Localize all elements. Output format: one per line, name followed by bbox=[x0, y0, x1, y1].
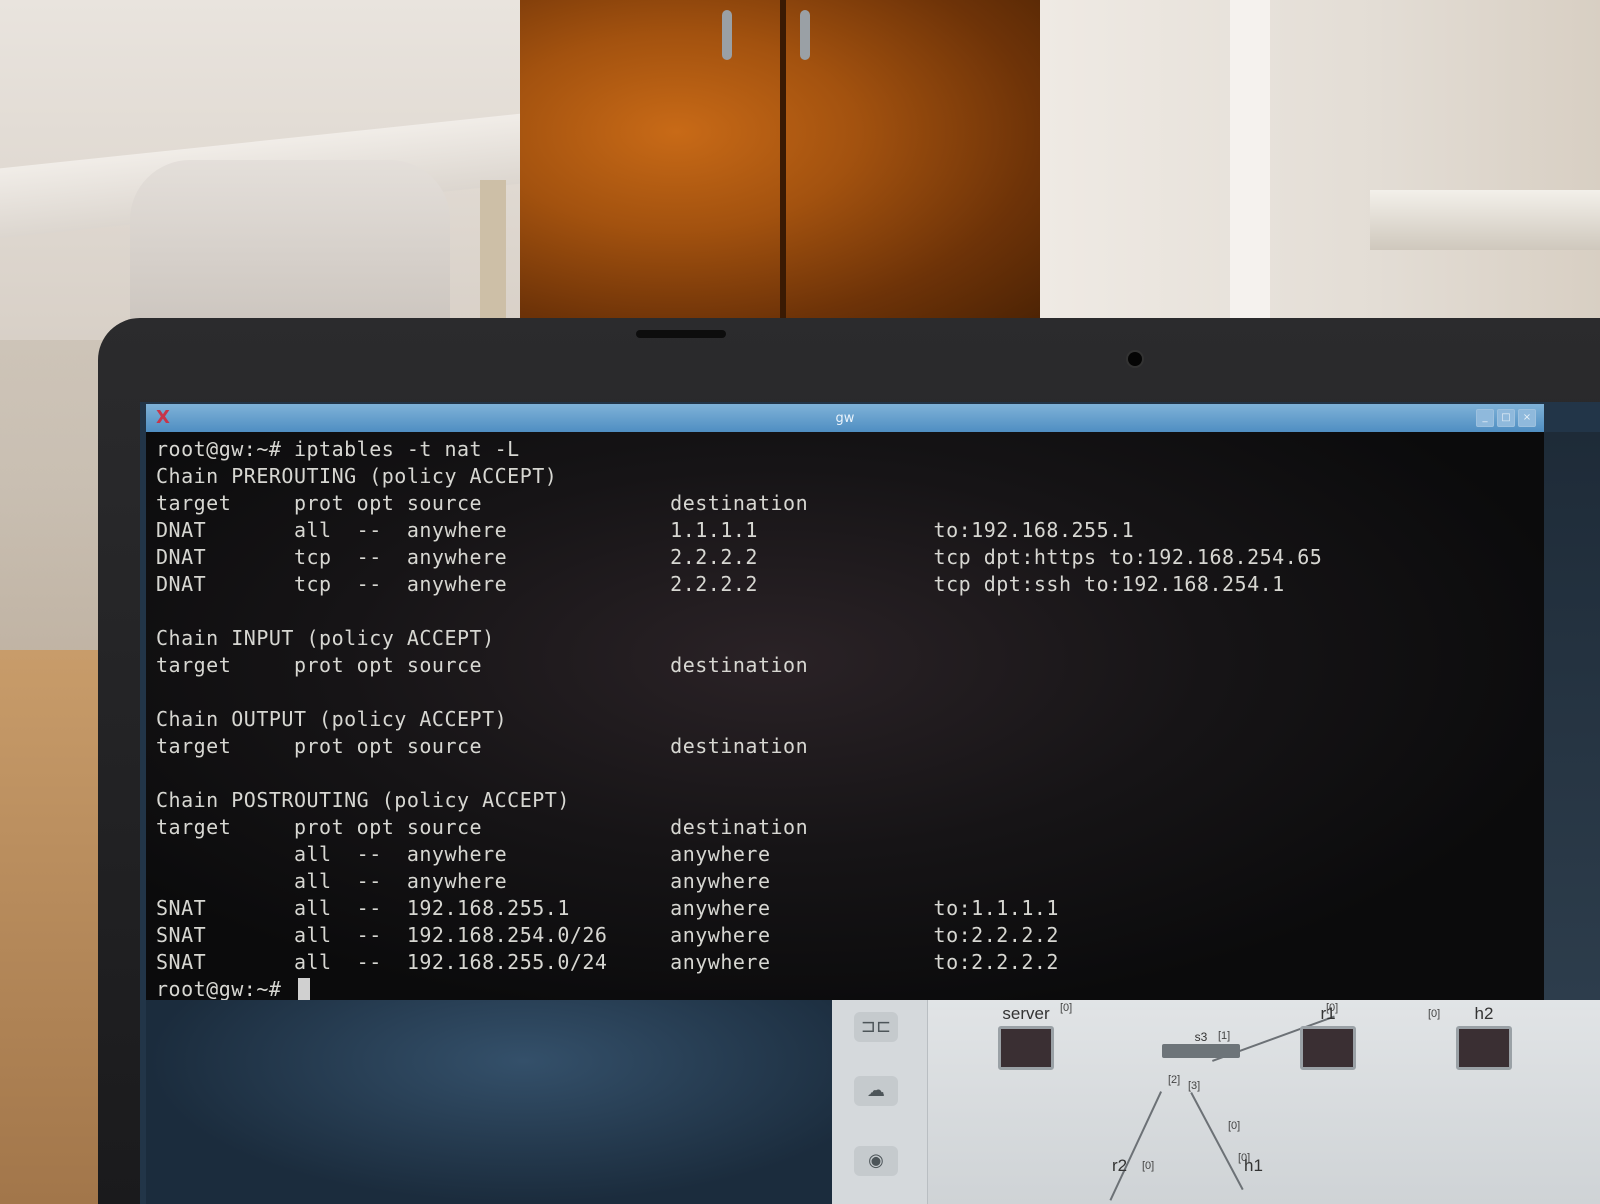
shelf bbox=[1370, 190, 1600, 250]
node-server[interactable]: server bbox=[998, 1004, 1054, 1070]
terminal-line: Chain OUTPUT (policy ACCEPT) bbox=[156, 707, 508, 731]
port-label: [0] bbox=[1326, 1002, 1339, 1014]
port-label: [3] bbox=[1188, 1080, 1201, 1092]
terminal-line: target prot opt source destination bbox=[156, 653, 809, 677]
node-label: h2 bbox=[1474, 1004, 1494, 1023]
cable-tool-icon[interactable]: ⊐⊏ bbox=[854, 1012, 898, 1042]
switch-icon bbox=[1162, 1044, 1240, 1058]
wardrobe-seam bbox=[780, 0, 786, 330]
port-label: [2] bbox=[1168, 1074, 1181, 1086]
terminal-line: SNAT all -- 192.168.255.0/24 anywhere to… bbox=[156, 950, 1059, 974]
terminal-prompt-line[interactable]: root@gw:~# bbox=[156, 976, 1534, 1003]
port-label: [0] bbox=[1428, 1008, 1441, 1020]
desk-leg bbox=[480, 180, 506, 340]
network-editor-window: ⊐⊏ ☁ ◉ server s3 r1 h2 r2 h1 [0] [1] [0]… bbox=[832, 1000, 1600, 1204]
window-title: gw bbox=[835, 410, 855, 426]
router-icon bbox=[1300, 1026, 1356, 1070]
maximize-icon[interactable]: □ bbox=[1497, 409, 1515, 427]
door-frame bbox=[1230, 0, 1270, 330]
tool-palette: ⊐⊏ ☁ ◉ bbox=[832, 1000, 928, 1204]
node-label: r2 bbox=[1112, 1156, 1128, 1175]
globe-tool-icon[interactable]: ◉ bbox=[854, 1146, 898, 1176]
desktop-wallpaper bbox=[146, 1000, 832, 1204]
terminal-output[interactable]: root@gw:~# iptables -t nat -L Chain PRER… bbox=[146, 432, 1544, 1003]
terminal-prompt: root@gw:~# bbox=[156, 977, 294, 1001]
terminal-cursor bbox=[297, 978, 310, 1000]
port-label: [0] bbox=[1142, 1160, 1155, 1172]
port-label: [0] bbox=[1228, 1120, 1241, 1132]
terminal-line: SNAT all -- 192.168.254.0/26 anywhere to… bbox=[156, 923, 1059, 947]
terminal-line: target prot opt source destination bbox=[156, 734, 809, 758]
wardrobe-handle bbox=[800, 10, 810, 60]
bezel-notch bbox=[636, 330, 726, 338]
terminal-line: root@gw:~# iptables -t nat -L bbox=[156, 437, 520, 461]
wardrobe-handle bbox=[722, 10, 732, 60]
terminal-line: Chain POSTROUTING (policy ACCEPT) bbox=[156, 788, 570, 812]
terminal-line: DNAT tcp -- anywhere 2.2.2.2 tcp dpt:ssh… bbox=[156, 572, 1285, 596]
terminal-line: all -- anywhere anywhere bbox=[156, 842, 771, 866]
topology-link bbox=[1109, 1091, 1162, 1201]
terminal-line: Chain INPUT (policy ACCEPT) bbox=[156, 626, 495, 650]
node-r2[interactable]: r2 bbox=[1112, 1156, 1127, 1176]
webcam bbox=[1128, 352, 1142, 366]
window-titlebar[interactable]: X gw _ □ × bbox=[146, 404, 1544, 432]
close-icon[interactable]: × bbox=[1518, 409, 1536, 427]
cloud-tool-icon[interactable]: ☁ bbox=[854, 1076, 898, 1106]
topology-link bbox=[1190, 1092, 1244, 1191]
port-label: [1] bbox=[1218, 1030, 1231, 1042]
host-icon bbox=[998, 1026, 1054, 1070]
window-controls: _ □ × bbox=[1476, 409, 1536, 427]
terminal-line: target prot opt source destination bbox=[156, 491, 809, 515]
port-label: [0] bbox=[1238, 1152, 1251, 1164]
node-h2[interactable]: h2 bbox=[1456, 1004, 1512, 1070]
terminal-line: target prot opt source destination bbox=[156, 815, 809, 839]
desktop-edge bbox=[1544, 432, 1600, 1000]
terminal-line: all -- anywhere anywhere bbox=[156, 869, 771, 893]
terminal-line: SNAT all -- 192.168.255.1 anywhere to:1.… bbox=[156, 896, 1059, 920]
node-label: server bbox=[1002, 1004, 1050, 1023]
terminal-line: DNAT tcp -- anywhere 2.2.2.2 tcp dpt:htt… bbox=[156, 545, 1323, 569]
port-label: [0] bbox=[1060, 1002, 1073, 1014]
minimize-icon[interactable]: _ bbox=[1476, 409, 1494, 427]
terminal-line: DNAT all -- anywhere 1.1.1.1 to:192.168.… bbox=[156, 518, 1135, 542]
laptop-screen: X gw _ □ × root@gw:~# iptables -t nat -L… bbox=[140, 402, 1600, 1204]
terminal-line: Chain PREROUTING (policy ACCEPT) bbox=[156, 464, 558, 488]
wall bbox=[1040, 0, 1600, 330]
host-icon bbox=[1456, 1026, 1512, 1070]
